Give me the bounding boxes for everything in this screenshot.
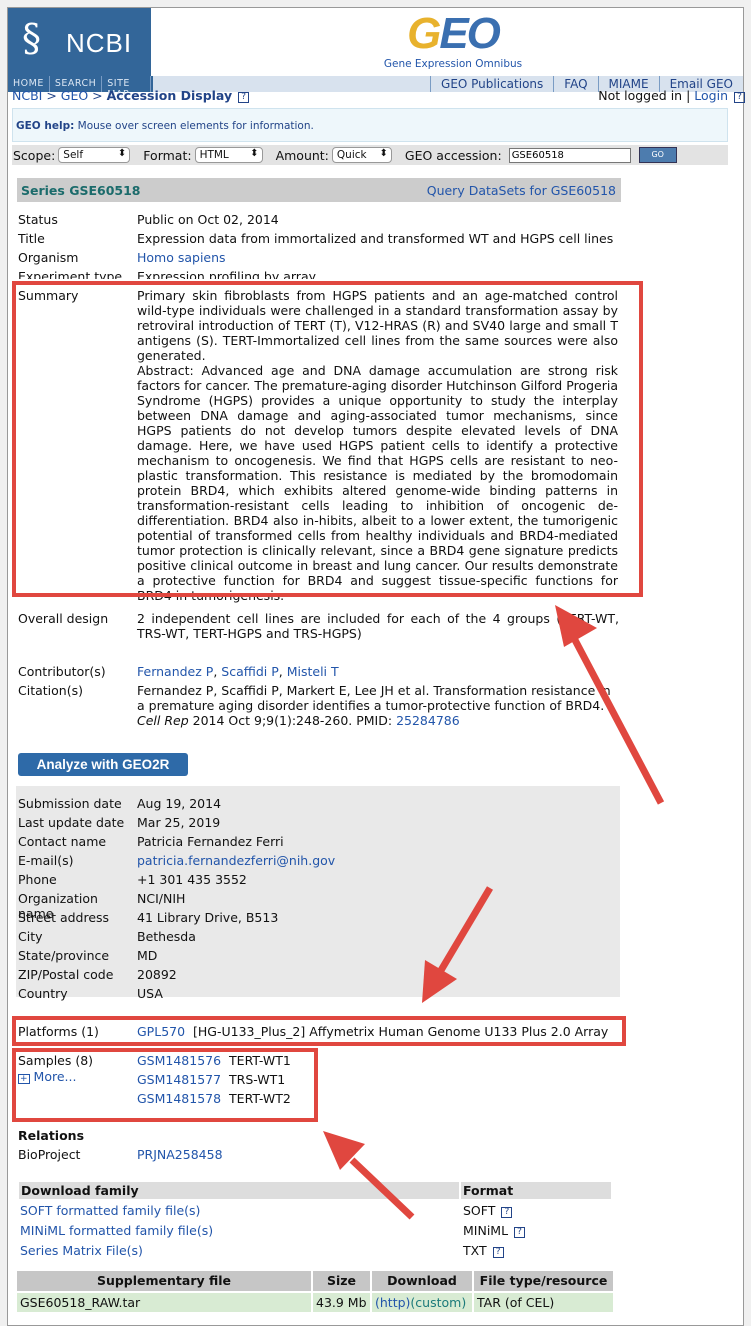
- annotation-arrows: [323, 605, 665, 1220]
- arrow-to-summary: [555, 605, 665, 805]
- arrow-to-platforms: [422, 886, 494, 1003]
- arrow-to-samples: [323, 1131, 415, 1220]
